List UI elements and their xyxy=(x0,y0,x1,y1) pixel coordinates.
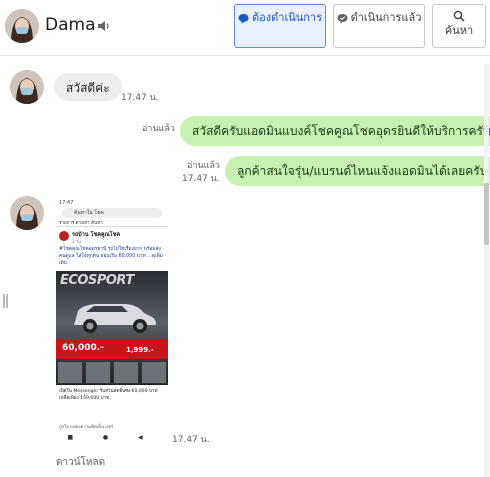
chat-bubble-icon xyxy=(238,14,249,24)
message-bubble-outgoing[interactable]: สวัสดีครับแอดมินแบงค์โชคคูณโชคอุดรยินดีใ… xyxy=(180,116,490,146)
sender-avatar[interactable] xyxy=(10,196,44,230)
car-promo-image: ECOSPORT 60,000.- 1,999.- xyxy=(56,271,168,385)
thumbnail xyxy=(113,361,139,384)
chat-check-icon xyxy=(337,14,348,24)
scrollbar-track[interactable] xyxy=(484,64,489,477)
thumbnail xyxy=(57,361,83,384)
message-bubble-incoming[interactable]: สวัสดีค่ะ xyxy=(54,73,122,101)
phone-nav-bar: ■ ● ◀ xyxy=(67,434,157,441)
page-date: 3 วัน xyxy=(72,239,81,244)
thumbnail-strip xyxy=(56,361,168,385)
post-actions: ถูกใจ แสดงความคิดเห็น แชร์ xyxy=(59,425,114,430)
message-bubble-outgoing[interactable]: ลูกค้าสนใจรุ่น/แบรนด์ไหนแจ้งแอดมินได้เลย… xyxy=(225,156,490,186)
shared-screenshot-image[interactable]: 17:47 ค้นหาใน โชค รายการ ตามหา ค้นหา รถบ… xyxy=(56,200,168,444)
installment: 1,999.- xyxy=(126,346,154,354)
done-label: ดำเนินการแล้ว xyxy=(350,11,422,24)
sender-avatar[interactable] xyxy=(10,70,44,104)
in-progress-button[interactable]: ต้องดำเนินการ xyxy=(234,4,326,48)
post-offer-text: เปิดใน Messenger รับส่วนลดพิเศษ 60,000 บ… xyxy=(59,389,158,401)
thumbnail xyxy=(85,361,111,384)
done-button[interactable]: ดำเนินการแล้ว xyxy=(333,4,425,48)
chat-header: Dama ต้องดำเนินการ ดำเนินการแล้ว ค้นหา xyxy=(0,0,490,56)
phone-status-time: 17:47 xyxy=(59,200,74,206)
phone-tabs: รายการ ตามหา ค้นหา xyxy=(56,219,168,227)
in-progress-label: ต้องดำเนินการ xyxy=(252,11,322,24)
car-illustration xyxy=(74,304,156,333)
post-text: #โชคคูณโชคอุดรธานี รถไม่ใช่เรื่องยาก พร้… xyxy=(59,247,163,266)
read-receipt: อ่านแล้ว xyxy=(187,161,220,171)
search-button[interactable]: ค้นหา xyxy=(432,4,486,48)
message-time: 17.47 น. xyxy=(182,174,220,184)
thumbnail xyxy=(141,361,167,384)
page-avatar xyxy=(59,231,69,241)
read-receipt: อ่านแล้ว xyxy=(142,124,175,134)
scrollbar-thumb[interactable] xyxy=(484,183,489,245)
resize-handle[interactable] xyxy=(3,294,8,308)
contact-name[interactable]: Dama xyxy=(45,15,96,35)
phone-search-bar: ค้นหาใน โชค xyxy=(62,208,162,218)
car-model: ECOSPORT xyxy=(60,273,134,288)
contact-avatar[interactable] xyxy=(5,9,39,43)
speaker-icon[interactable] xyxy=(97,19,111,33)
search-icon xyxy=(453,10,465,22)
search-label: ค้นหา xyxy=(444,24,474,37)
down-payment: 60,000.- xyxy=(62,343,104,353)
message-time: 17.47 น. xyxy=(172,435,210,445)
message-time: 17.47 น. xyxy=(121,93,159,103)
download-link[interactable]: ดาวน์โหลด xyxy=(56,455,105,470)
